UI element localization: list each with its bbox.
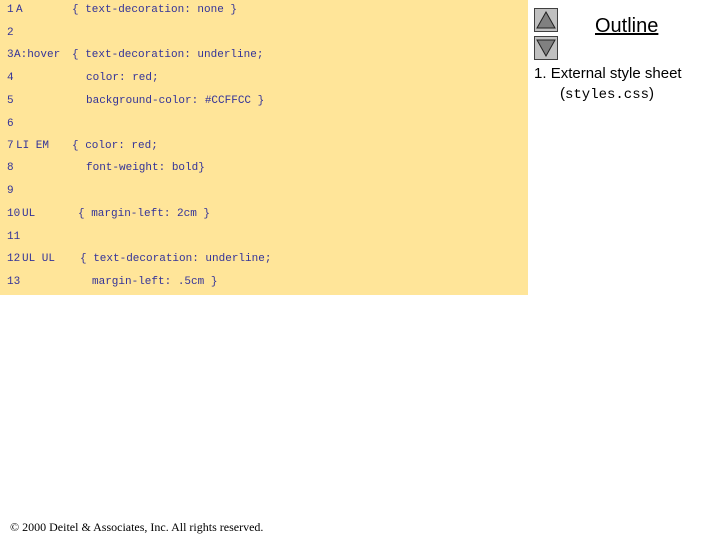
selector: LI EM bbox=[16, 140, 50, 152]
code-line-10: 10 UL { margin-left: 2cm } bbox=[0, 206, 528, 222]
code-line-8: 8 font-weight: bold} bbox=[0, 160, 528, 176]
declaration: { color: red; bbox=[72, 140, 158, 152]
previous-slide-button[interactable] bbox=[534, 8, 558, 32]
code-line-2: 2 bbox=[0, 25, 528, 41]
line-number: 10 bbox=[7, 208, 21, 220]
line-number: 8 bbox=[7, 162, 14, 174]
line-number: 3 bbox=[7, 49, 14, 61]
line-number: 6 bbox=[7, 118, 14, 130]
line-number: 11 bbox=[7, 231, 21, 243]
selector: A:hover bbox=[14, 49, 61, 61]
triangle-down-icon bbox=[536, 39, 556, 58]
code-line-3: 3 A:hover { text-decoration: underline; bbox=[0, 47, 528, 63]
outline-item-subtext: (styles.css) bbox=[534, 84, 682, 105]
declaration: { margin-left: 2cm } bbox=[78, 208, 211, 220]
code-panel: 1 A { text-decoration: none } 2 3 A:hove… bbox=[0, 0, 528, 295]
line-number: 5 bbox=[7, 95, 14, 107]
outline-item-code: styles.css bbox=[565, 87, 650, 103]
selector: UL bbox=[22, 208, 36, 220]
line-number: 12 bbox=[7, 253, 21, 265]
selector: A bbox=[16, 4, 23, 16]
code-line-6: 6 bbox=[0, 116, 528, 132]
triangle-up-icon bbox=[536, 10, 556, 29]
outline-item-1: 1. External style sheet (styles.css) bbox=[534, 64, 682, 105]
next-slide-button[interactable] bbox=[534, 36, 558, 60]
paren-close: ) bbox=[649, 85, 655, 102]
code-line-12: 12 UL UL { text-decoration: underline; bbox=[0, 251, 528, 267]
outline-item-text: External style sheet bbox=[550, 65, 682, 82]
declaration: margin-left: .5cm } bbox=[92, 276, 218, 288]
line-number: 13 bbox=[7, 276, 21, 288]
outline-item-number: 1. bbox=[534, 65, 547, 82]
code-line-4: 4 color: red; bbox=[0, 70, 528, 86]
code-line-13: 13 margin-left: .5cm } bbox=[0, 274, 528, 290]
declaration: color: red; bbox=[86, 72, 159, 84]
declaration: font-weight: bold} bbox=[86, 162, 205, 174]
declaration: { text-decoration: underline; bbox=[72, 49, 264, 61]
line-number: 4 bbox=[7, 72, 14, 84]
line-number: 7 bbox=[7, 140, 14, 152]
code-line-5: 5 background-color: #CCFFCC } bbox=[0, 93, 528, 109]
line-number: 9 bbox=[7, 185, 14, 197]
line-number: 2 bbox=[7, 27, 14, 39]
declaration: { text-decoration: none } bbox=[72, 4, 238, 16]
outline-title[interactable]: Outline bbox=[595, 15, 658, 38]
code-line-7: 7 LI EM { color: red; bbox=[0, 138, 528, 154]
declaration: { text-decoration: underline; bbox=[80, 253, 272, 265]
code-line-11: 11 bbox=[0, 229, 528, 245]
code-line-1: 1 A { text-decoration: none } bbox=[0, 2, 528, 18]
selector: UL UL bbox=[22, 253, 56, 265]
copyright-footer: © 2000 Deitel & Associates, Inc. All rig… bbox=[10, 520, 264, 534]
declaration: background-color: #CCFFCC } bbox=[86, 95, 265, 107]
line-number: 1 bbox=[7, 4, 14, 16]
code-line-9: 9 bbox=[0, 183, 528, 199]
